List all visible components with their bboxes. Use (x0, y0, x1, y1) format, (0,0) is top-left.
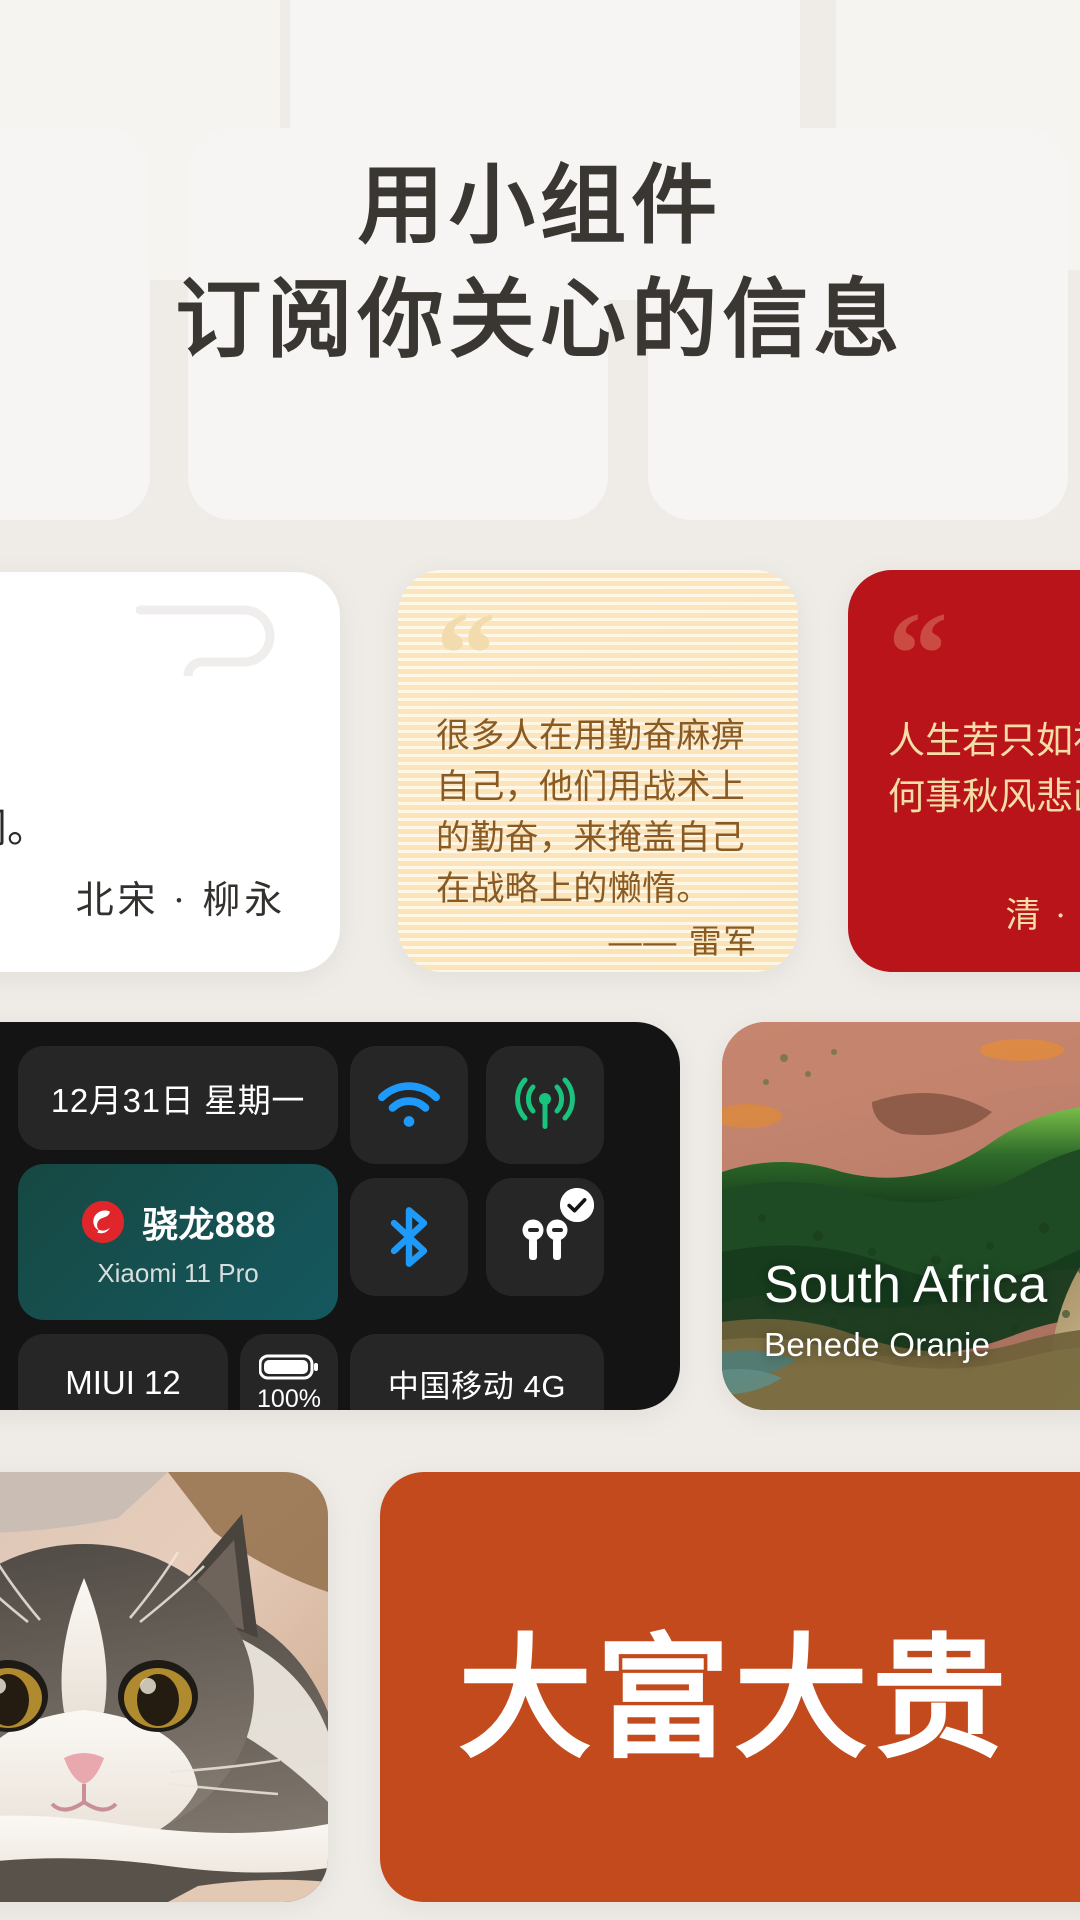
bluetooth-icon (390, 1207, 428, 1267)
satellite-location-card[interactable]: South Africa Benede Oranje (722, 1022, 1080, 1410)
poem-author: 北宋 · 柳永 (75, 880, 286, 922)
poem-widget-card[interactable]: 念去去， 千里烟波， 暮霭沉沉楚天阔。 北宋 · 柳永 (0, 572, 340, 972)
quote-text-yellow: 很多人在用勤奋麻痹自己，他们用战术上的勤奋，来掩盖自己在战略上的懒惰。 (436, 717, 746, 909)
date-tile[interactable]: 12月31日 星期一 (18, 1046, 338, 1150)
quote-author-yellow: —— 雷军 (608, 923, 758, 961)
wifi-icon (378, 1082, 440, 1127)
quote-mark-icon-red: “ (888, 587, 948, 720)
snapdragon-logo-icon (81, 1200, 125, 1243)
hotspot-icon (515, 1077, 575, 1129)
wifi-tile[interactable] (350, 1046, 468, 1164)
device-info-panel[interactable]: 小时 12月31日 星期一 骁龙888 Xiaomi 11 Pro (0, 1022, 680, 1410)
widget-showcase-stage: 用小组件 订阅你关心的信息 念去去， 千里烟波， 暮霭沉沉楚天阔。 北宋 · 柳… (0, 0, 1080, 1920)
ghost-card-row2-left (0, 128, 150, 520)
soc-name-label: 骁龙888 (142, 1203, 276, 1245)
quote-widget-yellow[interactable]: “ 很多人在用勤奋麻痹自己，他们用战术上的勤奋，来掩盖自己在战略上的懒惰。 ——… (398, 570, 798, 972)
battery-tile[interactable]: 100% (240, 1334, 338, 1410)
carrier-label: 中国移动 4G (387, 1368, 567, 1404)
photo-widget-cat[interactable] (0, 1472, 328, 1902)
quote-widget-red[interactable]: “ 人生若只如初见， 何事秋风悲画扇。 清 · 纳兰性德 (848, 570, 1080, 972)
carrier-tile[interactable]: 中国移动 4G (350, 1334, 604, 1410)
poem-body: 念去去， 千里烟波， 暮霭沉沉楚天阔。 (0, 805, 48, 852)
soc-tile[interactable]: 骁龙888 Xiaomi 11 Pro (18, 1164, 338, 1320)
ghost-card-row2-center (188, 128, 608, 520)
date-label: 12月31日 星期一 (50, 1082, 306, 1119)
cat-photo (0, 1472, 328, 1902)
fortune-text: 大富大贵 (458, 1626, 1011, 1774)
quote-mark-icon-yellow: “ (436, 587, 496, 720)
quote-author-red: 清 · 纳兰性德 (1005, 896, 1080, 935)
miui-version-label: MIUI 12 (65, 1364, 181, 1401)
ghost-card-row2-right (648, 128, 1068, 520)
quote-text-red-line2: 何事秋风悲画扇。 (888, 776, 1080, 818)
earbuds-tile[interactable] (486, 1178, 604, 1296)
soc-device-label: Xiaomi 11 Pro (97, 1257, 259, 1288)
bluetooth-tile[interactable] (350, 1178, 468, 1296)
satellite-subtitle: Benede Oranje (764, 1326, 991, 1363)
miui-version-tile[interactable]: MIUI 12 (18, 1334, 228, 1410)
quote-text-red-line1: 人生若只如初见， (888, 721, 1080, 763)
fortune-widget-card[interactable]: 大富大贵 (380, 1472, 1080, 1902)
hotspot-tile[interactable] (486, 1046, 604, 1164)
satellite-title: South Africa (764, 1255, 1048, 1314)
battery-percent-label: 100% (257, 1384, 321, 1411)
check-circle-icon (560, 1188, 594, 1222)
battery-full-icon (259, 1354, 318, 1379)
